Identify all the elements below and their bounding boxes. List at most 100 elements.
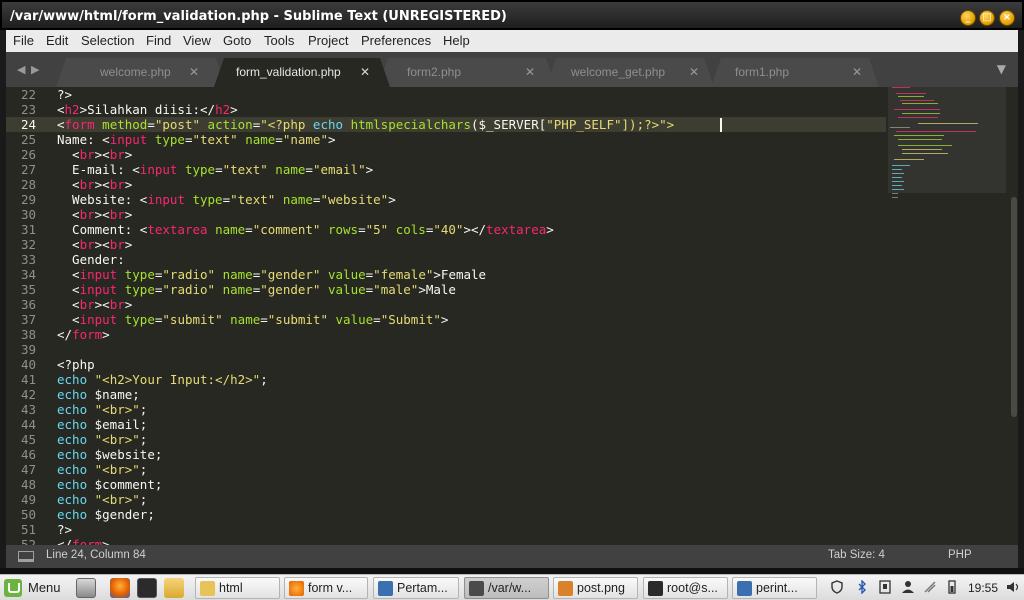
- close-icon[interactable]: ✕: [689, 65, 699, 79]
- code-line[interactable]: <input type="submit" name="submit" value…: [57, 312, 448, 327]
- maximize-button[interactable]: □: [979, 10, 995, 26]
- code-token: <: [57, 147, 80, 162]
- code-line[interactable]: E-mail: <input type="text" name="email">: [57, 162, 373, 177]
- code-token: name: [282, 192, 313, 207]
- menu-tools[interactable]: Tools: [264, 33, 294, 48]
- code-line[interactable]: Website: <input type="text" name="websit…: [57, 192, 396, 207]
- code-line[interactable]: echo $email;: [57, 417, 147, 432]
- terminal-icon[interactable]: [137, 578, 157, 598]
- code-line[interactable]: echo $website;: [57, 447, 162, 462]
- menu-selection[interactable]: Selection: [81, 33, 134, 48]
- code-line[interactable]: <?php: [57, 357, 95, 372]
- menu-find[interactable]: Find: [146, 33, 171, 48]
- code-line[interactable]: echo "<br>";: [57, 432, 147, 447]
- code-line[interactable]: Comment: <textarea name="comment" rows="…: [57, 222, 554, 237]
- code-line[interactable]: </form>: [57, 537, 110, 545]
- code-line[interactable]: <input type="radio" name="gender" value=…: [57, 267, 486, 282]
- tab-welcome-php[interactable]: welcome.php ✕: [56, 58, 226, 87]
- code-token: >: [365, 162, 374, 177]
- code-line[interactable]: <br><br>: [57, 147, 132, 162]
- menu-edit[interactable]: Edit: [46, 33, 68, 48]
- shield-icon[interactable]: [830, 580, 844, 594]
- window-title-bar[interactable]: /var/www/html/form_validation.php - Subl…: [0, 0, 1024, 30]
- code-line[interactable]: echo "<br>";: [57, 492, 147, 507]
- show-desktop-icon[interactable]: [76, 578, 96, 598]
- code-line[interactable]: echo $name;: [57, 387, 140, 402]
- code-editor[interactable]: 22 23 24 25 26 27 28 29 30 31 32 33 34 35 36 37 38 39 40 41…: [6, 87, 1018, 545]
- task-label: /var/w...: [488, 581, 532, 595]
- code-line[interactable]: ?>: [57, 522, 72, 537]
- tab-next-icon[interactable]: ▶: [31, 63, 39, 76]
- tab-prev-icon[interactable]: ◀: [17, 63, 25, 76]
- code-token: br: [109, 207, 125, 222]
- clock[interactable]: 19:55: [968, 581, 998, 595]
- code-token: <: [57, 282, 80, 297]
- code-line[interactable]: <br><br>: [57, 297, 132, 312]
- code-token: name: [222, 282, 253, 297]
- menu-help[interactable]: Help: [443, 33, 470, 48]
- code-line[interactable]: <br><br>: [57, 177, 132, 192]
- code-line[interactable]: echo "<br>";: [57, 462, 147, 477]
- menu-goto[interactable]: Goto: [223, 33, 251, 48]
- network-icon[interactable]: [923, 580, 937, 594]
- code-token: input: [147, 192, 185, 207]
- tab-form2-php[interactable]: form2.php ✕: [378, 58, 556, 87]
- clipboard-icon[interactable]: [878, 580, 892, 594]
- menu-project[interactable]: Project: [308, 33, 348, 48]
- code-line[interactable]: Name: <input type="text" name="name">: [57, 132, 336, 147]
- close-icon[interactable]: ✕: [189, 65, 199, 79]
- firefox-icon[interactable]: [110, 578, 130, 598]
- task-html[interactable]: html: [195, 577, 280, 599]
- tab-form-validation-php[interactable]: form_validation.php ✕: [214, 58, 390, 87]
- task-post-png[interactable]: post.png: [553, 577, 638, 599]
- tab-size-selector[interactable]: Tab Size: 4: [828, 549, 885, 561]
- bluetooth-icon[interactable]: [855, 580, 869, 594]
- task-perint[interactable]: perint...: [732, 577, 817, 599]
- code-line[interactable]: <br><br>: [57, 237, 132, 252]
- code-token: type: [124, 267, 155, 282]
- folder-icon[interactable]: [164, 578, 184, 598]
- close-icon[interactable]: ✕: [852, 65, 862, 79]
- close-icon[interactable]: ✕: [360, 65, 370, 79]
- tab-list-dropdown-icon[interactable]: ▼: [997, 62, 1006, 76]
- task-terminal[interactable]: root@s...: [643, 577, 728, 599]
- code-token: "Submit": [380, 312, 441, 327]
- vertical-scrollbar[interactable]: [1010, 87, 1018, 545]
- tab-welcome-get-php[interactable]: welcome_get.php ✕: [546, 58, 714, 87]
- close-button[interactable]: ×: [999, 10, 1015, 26]
- code-line[interactable]: echo "<h2>Your Input:</h2>";: [57, 372, 268, 387]
- volume-icon[interactable]: [1006, 580, 1020, 594]
- code-line[interactable]: <input type="radio" name="gender" value=…: [57, 282, 456, 297]
- minimap-viewport[interactable]: [888, 87, 1006, 193]
- task-sublime[interactable]: /var/w...: [464, 577, 549, 599]
- code-token: "gender": [260, 282, 321, 297]
- close-icon[interactable]: ✕: [525, 65, 535, 79]
- taskbar: Menu html form v... Pertam... /var/w... …: [0, 574, 1024, 600]
- code-line[interactable]: <form method="post" action="<?php echo h…: [57, 117, 674, 132]
- code-line[interactable]: ?>: [57, 87, 72, 102]
- code-line[interactable]: echo $gender;: [57, 507, 155, 522]
- image-viewer-icon: [558, 581, 573, 596]
- code-line[interactable]: Gender:: [57, 252, 125, 267]
- show-panel-icon[interactable]: [18, 551, 34, 562]
- code-line[interactable]: <h2>Silahkan diisi:</h2>: [57, 102, 238, 117]
- scrollbar-thumb[interactable]: [1011, 197, 1017, 417]
- menu-preferences[interactable]: Preferences: [361, 33, 431, 48]
- task-firefox[interactable]: form v...: [284, 577, 368, 599]
- tab-form1-php[interactable]: form1.php ✕: [711, 58, 879, 87]
- menu-view[interactable]: View: [183, 33, 211, 48]
- menu-file[interactable]: File: [13, 33, 34, 48]
- code-line[interactable]: </form>: [57, 327, 110, 342]
- user-icon[interactable]: [901, 580, 915, 594]
- task-pertam[interactable]: Pertam...: [373, 577, 459, 599]
- code-token: =: [147, 117, 155, 132]
- code-line[interactable]: <br><br>: [57, 207, 132, 222]
- code-line[interactable]: echo "<br>";: [57, 402, 147, 417]
- code-token: >Male: [418, 282, 456, 297]
- code-token: name: [215, 222, 246, 237]
- syntax-selector[interactable]: PHP: [948, 549, 972, 561]
- code-line[interactable]: echo $comment;: [57, 477, 162, 492]
- battery-icon[interactable]: [945, 580, 959, 594]
- minimize-button[interactable]: _: [960, 10, 976, 26]
